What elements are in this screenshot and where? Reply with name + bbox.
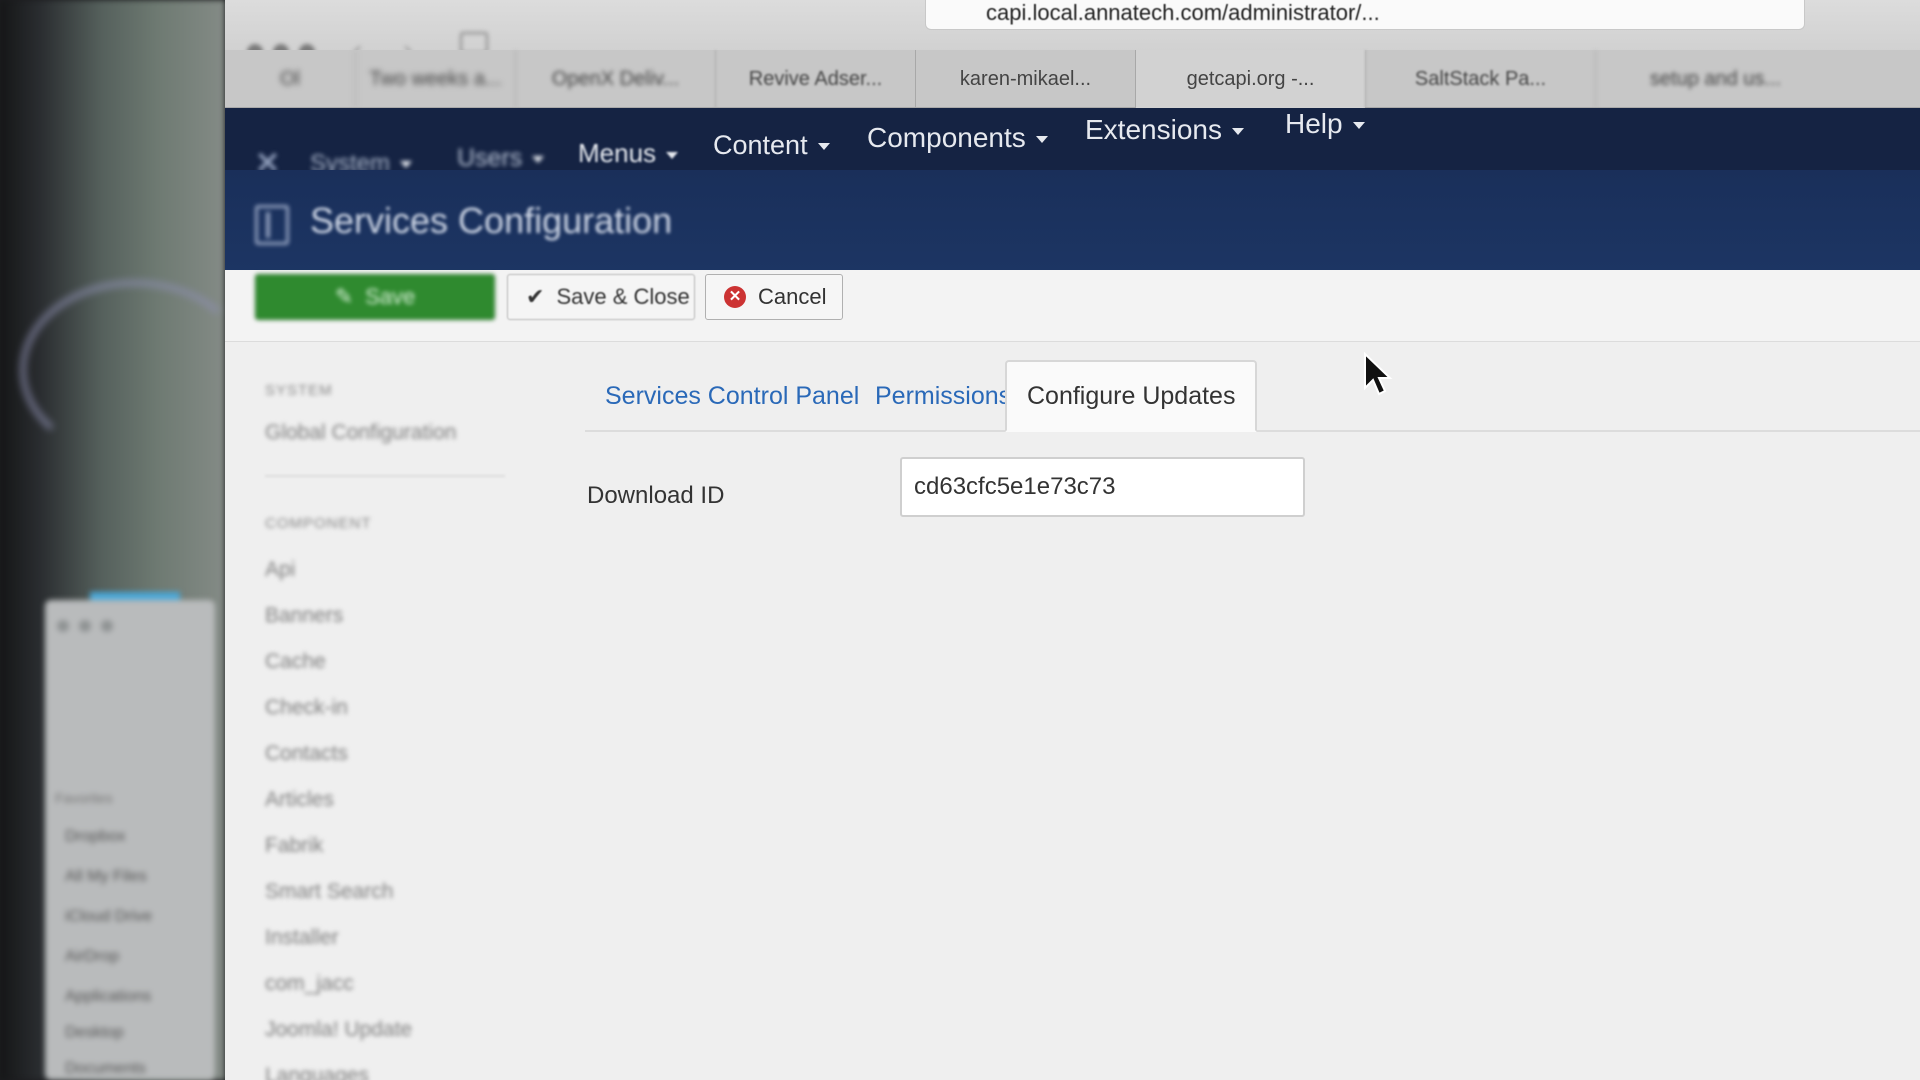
page-header: Services Configuration [225,170,1920,270]
sidebar-item-api[interactable]: Api [265,558,505,582]
sidebar-item-contacts[interactable]: Contacts [265,742,505,766]
download-id-label: Download ID [587,482,725,509]
browser-tab[interactable]: Two weeks a... [355,50,515,108]
chevron-down-icon [1352,122,1365,130]
browser-tab[interactable]: karen-mikael... [915,50,1135,108]
sidebar-item-banners[interactable]: Banners [265,604,505,628]
sidebar-item-com-jacc[interactable]: com_jacc [265,972,505,996]
browser-tab[interactable]: OpenX Deliv... [515,50,715,108]
nav-components[interactable]: Components [867,122,1048,154]
nav-content[interactable]: Content [713,130,830,161]
finder-minimize-dot[interactable] [79,620,91,632]
admin-top-nav: ✕ System Users Menus Content Components … [225,108,1920,180]
tab-configure-updates[interactable]: Configure Updates [1005,360,1258,432]
toolbar: ✎ Save ✔ Save & Close ✕ Cancel [225,270,1920,342]
mouse-cursor-icon [1364,352,1393,396]
save-close-button[interactable]: ✔ Save & Close [507,274,695,320]
sidebar-item-smart-search[interactable]: Smart Search [265,880,505,904]
finder-item[interactable]: Desktop [65,1024,185,1042]
edit-icon: ✎ [334,284,354,309]
cancel-circle-icon: ✕ [724,286,746,308]
address-bar-url: capi.local.annatech.com/administrator/..… [986,0,1380,25]
sidebar-item-fabrik[interactable]: Fabrik [265,834,505,858]
browser-tab-strip: Ol Two weeks a... OpenX Deliv... Revive … [225,50,1920,108]
browser-tab[interactable]: SaltStack Pa... [1365,50,1595,108]
finder-item[interactable]: All My Files [65,868,185,886]
chevron-down-icon [400,161,413,169]
browser-tab[interactable]: getcapi.org -... [1135,50,1365,108]
config-sidebar: SYSTEM Global Configuration COMPONENT Ap… [265,382,505,1080]
address-bar[interactable]: capi.local.annatech.com/administrator/..… [925,0,1805,30]
finder-item[interactable]: iCloud Drive [65,908,185,926]
browser-tab[interactable]: Ol [225,50,355,108]
finder-item[interactable]: Applications [65,988,185,1006]
chevron-down-icon [532,155,545,163]
finder-favorites-heading: Favorites [55,790,113,806]
sidebar-item-cache[interactable]: Cache [265,650,505,674]
finder-zoom-dot[interactable] [101,620,113,632]
checkmark-icon: ✔ [526,284,545,309]
config-tabs: Services Control Panel Permissions Confi… [585,344,1920,432]
background-map-line [20,280,250,460]
finder-item[interactable]: Dropbox [65,828,185,846]
sidebar-item-installer[interactable]: Installer [265,926,505,950]
finder-window: Favorites Dropbox All My Files iCloud Dr… [45,600,215,1080]
page-title: Services Configuration [310,200,673,241]
chevron-down-icon [1035,136,1048,144]
sidebar-item-languages[interactable]: Languages [265,1064,505,1080]
download-id-input[interactable] [900,457,1305,517]
main-content: SYSTEM Global Configuration COMPONENT Ap… [225,342,1920,1080]
sidebar-heading-component: COMPONENT [265,515,372,532]
nav-users[interactable]: Users [457,144,545,173]
cancel-button[interactable]: ✕ Cancel [705,274,843,320]
sidebar-divider [265,475,505,477]
sidebar-item-articles[interactable]: Articles [265,788,505,812]
finder-item[interactable]: AirDrop [65,948,185,966]
chevron-down-icon [817,143,830,151]
services-icon [255,205,289,245]
finder-item[interactable]: Documents [65,1060,185,1078]
sidebar-heading-system: SYSTEM [265,382,333,399]
nav-extensions[interactable]: Extensions [1085,114,1244,146]
sidebar-item-joomla-update[interactable]: Joomla! Update [265,1018,505,1042]
chevron-down-icon [1231,128,1244,136]
save-button[interactable]: ✎ Save [255,274,495,320]
sidebar-item-global-configuration[interactable]: Global Configuration [265,421,505,445]
nav-menus[interactable]: Menus [578,138,679,169]
tab-services-control-panel[interactable]: Services Control Panel [585,360,879,432]
sidebar-item-check-in[interactable]: Check-in [265,696,505,720]
browser-window: ‹ › capi.local.annatech.com/administrato… [225,0,1920,1080]
finder-close-dot[interactable] [57,620,69,632]
chevron-down-icon [666,151,679,159]
browser-tab[interactable]: Revive Adser... [715,50,915,108]
nav-help[interactable]: Help [1285,108,1365,140]
browser-tab[interactable]: setup and us... [1595,50,1835,108]
